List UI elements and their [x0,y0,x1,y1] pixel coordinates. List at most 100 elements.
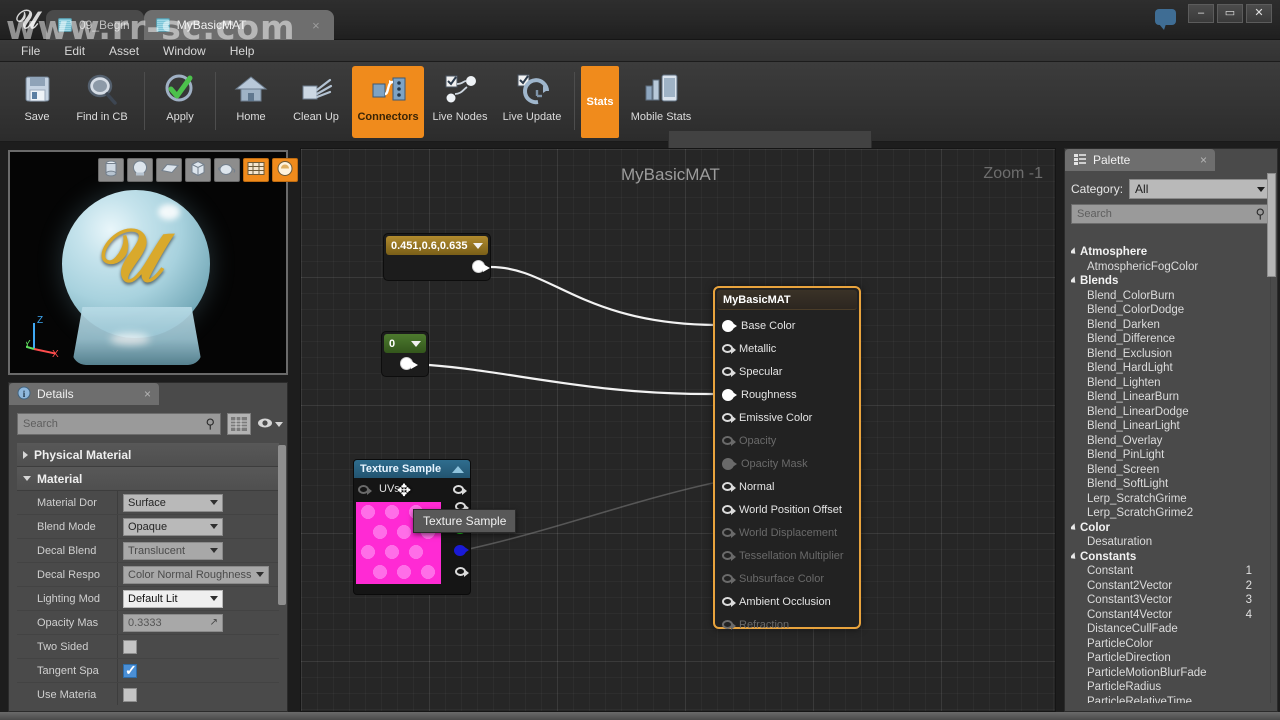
input-roughness[interactable]: Roughness [715,383,859,406]
palette-search-input[interactable] [1077,208,1256,220]
palette-item[interactable]: Blend_SoftLight [1071,477,1270,492]
palette-item[interactable]: Constant 1 [1071,564,1270,579]
palette-group-blends[interactable]: Blends [1071,274,1270,289]
node-header[interactable]: 0.451,0.6,0.635 [386,236,488,255]
palette-node-list[interactable]: Atmosphere AtmosphericFogColor Blends Blend… [1071,245,1271,703]
material-preview-viewport[interactable]: 𝒰 Z X Y [8,150,298,375]
material-graph-canvas[interactable]: MyBasicMAT Zoom -1 MATERIAL ☁ 人人素材 0.451… [300,148,1056,712]
palette-scrollbar[interactable] [1267,173,1276,277]
category-physical-material[interactable]: Physical Material [17,443,279,467]
cylinder-preview-button[interactable] [98,158,124,182]
two-sided-checkbox[interactable] [123,639,137,654]
teapot-preview-button[interactable] [214,158,240,182]
expander-icon[interactable] [1071,247,1079,257]
node-header[interactable]: MyBasicMAT [717,290,857,310]
feedback-bubble-icon[interactable] [1155,9,1176,30]
input-world-position-offset[interactable]: World Position Offset [715,498,859,521]
input-ambient-occlusion[interactable]: Ambient Occlusion [715,590,859,613]
material-preview-button[interactable] [272,158,298,182]
palette-group-constants[interactable]: Constants [1071,550,1270,565]
visibility-button[interactable] [257,414,283,434]
palette-item[interactable]: Blend_LinearDodge [1071,405,1270,420]
node-constant3vector[interactable]: 0.451,0.6,0.635 [383,233,491,281]
clean-up-button[interactable]: Clean Up [280,66,352,138]
palette-item[interactable]: Blend_Difference [1071,332,1270,347]
palette-search-box[interactable]: ⚲ [1071,204,1271,224]
expander-icon[interactable] [1071,276,1079,286]
connectors-button[interactable]: Connectors [352,66,424,138]
node-material-output[interactable]: MyBasicMAT Base Color Metallic Specular … [713,286,861,631]
node-header[interactable]: 0 [384,334,426,353]
palette-item[interactable]: Desaturation [1071,535,1270,550]
chevron-down-icon[interactable] [275,421,283,427]
ambient-occlusion-pin[interactable] [722,597,736,607]
blend-mode-combo[interactable]: Opaque [123,517,223,536]
b-output-pin[interactable] [454,545,469,556]
a-output-pin[interactable] [455,567,469,577]
palette-category-combo[interactable]: All [1129,179,1271,199]
menu-file[interactable]: File [10,42,51,60]
apply-button[interactable]: Apply [151,66,209,138]
input-metallic[interactable]: Metallic [715,337,859,360]
palette-item[interactable]: Constant2Vector 2 [1071,579,1270,594]
decal-blend-combo[interactable]: Translucent [123,541,223,560]
node-header[interactable]: Texture Sample [354,460,470,478]
palette-item[interactable]: DistanceCullFade [1071,622,1270,637]
menu-help[interactable]: Help [219,42,266,60]
palette-group-atmosphere[interactable]: Atmosphere [1071,245,1270,260]
palette-item[interactable]: Blend_Screen [1071,463,1270,478]
minimize-button[interactable]: – [1188,4,1214,23]
palette-item[interactable]: ParticleDirection [1071,651,1270,666]
spinner-icon[interactable]: ↗ [210,617,218,628]
details-tab[interactable]: i Details × [9,383,159,405]
find-in-cb-button[interactable]: Find in CB [66,66,138,138]
normal-pin[interactable] [722,482,736,492]
palette-item[interactable]: Blend_Darken [1071,318,1270,333]
output-pin[interactable] [400,357,418,370]
input-emissive-color[interactable]: Emissive Color [715,406,859,429]
opacity-mask-field[interactable]: 0.3333 ↗ [123,613,223,632]
base-color-pin[interactable] [722,319,737,332]
palette-item[interactable]: Blend_ColorDodge [1071,303,1270,318]
chevron-up-icon[interactable] [452,465,464,473]
output-pin[interactable] [472,260,490,273]
live-update-button[interactable]: Live Update [496,66,568,138]
details-scrollbar[interactable] [278,445,286,605]
palette-tab[interactable]: Palette × [1065,149,1215,171]
tab-close-icon[interactable]: × [290,18,320,33]
rgb-output-pin[interactable] [453,484,467,495]
close-button[interactable]: ✕ [1246,4,1272,23]
expander-icon[interactable] [1071,552,1079,562]
palette-item[interactable]: ParticleRadius [1071,680,1270,695]
expander-icon[interactable] [1071,523,1079,533]
palette-item[interactable]: ParticleRelativeTime [1071,695,1270,703]
tab-mybasicmat[interactable]: MyBasicMAT × [143,10,334,40]
grid-toggle-button[interactable] [243,158,269,182]
palette-item[interactable]: ParticleColor [1071,637,1270,652]
palette-item[interactable]: Blend_LinearBurn [1071,390,1270,405]
palette-item[interactable]: Blend_PinLight [1071,448,1270,463]
category-material[interactable]: Material [17,467,279,491]
tab-09-begin[interactable]: 09_Begin [46,10,144,40]
roughness-pin[interactable] [722,388,737,401]
palette-item[interactable]: Blend_Overlay [1071,434,1270,449]
palette-item[interactable]: Blend_Exclusion [1071,347,1270,362]
palette-item[interactable]: AtmosphericFogColor [1071,260,1270,275]
live-nodes-button[interactable]: Live Nodes [424,66,496,138]
emissive-color-pin[interactable] [722,413,736,423]
details-search-input[interactable] [23,418,206,430]
menu-asset[interactable]: Asset [98,42,150,60]
palette-item[interactable]: Blend_Lighten [1071,376,1270,391]
search-icon[interactable]: ⚲ [1255,206,1265,222]
plane-preview-button[interactable] [156,158,182,182]
specular-pin[interactable] [722,367,736,377]
lighting-model-combo[interactable]: Default Lit [123,589,223,608]
palette-item[interactable]: ParticleMotionBlurFade [1071,666,1270,681]
menu-window[interactable]: Window [152,42,217,60]
palette-item[interactable]: Blend_HardLight [1071,361,1270,376]
decal-response-combo[interactable]: Color Normal Roughness [123,565,269,584]
save-button[interactable]: Save [8,66,66,138]
palette-item[interactable]: Constant4Vector 4 [1071,608,1270,623]
palette-item[interactable]: Lerp_ScratchGrime [1071,492,1270,507]
metallic-pin[interactable] [722,344,736,354]
